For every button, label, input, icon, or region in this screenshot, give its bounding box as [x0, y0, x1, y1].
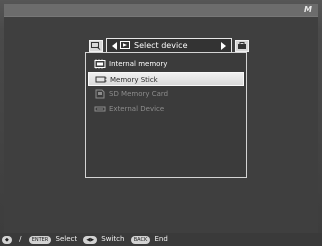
- toolbox-icon: [238, 42, 246, 49]
- device-item-label: SD Memory Card: [109, 90, 169, 98]
- device-item-external-device[interactable]: External Device: [88, 102, 244, 116]
- device-list: Internal memory Memory Stick SD Memory C…: [88, 57, 244, 117]
- top-bar: M: [4, 4, 318, 17]
- device-item-internal-memory[interactable]: Internal memory: [88, 57, 244, 71]
- internal-memory-icon: [94, 59, 106, 69]
- tab-left[interactable]: [89, 40, 103, 52]
- footer-slash: /: [19, 235, 22, 243]
- device-selection-screen: M Select device Internal memory Memory S…: [0, 0, 322, 246]
- brand-mark: M: [304, 5, 312, 14]
- panel-title-bar: Select device: [106, 38, 232, 53]
- end-hint: End: [154, 235, 168, 243]
- external-device-icon: [94, 106, 106, 112]
- device-item-label: Memory Stick: [110, 76, 158, 84]
- direction-key-icon: ◆: [2, 235, 12, 244]
- tab-right[interactable]: [235, 40, 249, 52]
- right-arrow-icon[interactable]: [221, 42, 226, 50]
- device-item-memory-stick[interactable]: Memory Stick: [88, 72, 244, 86]
- device-item-label: Internal memory: [109, 60, 168, 68]
- device-item-label: External Device: [109, 105, 165, 113]
- select-hint: Select: [55, 235, 78, 243]
- bottom-bar: ◆ / ENTER Select ◀▶ Switch BACK End: [0, 233, 322, 246]
- memory-stick-icon: [95, 76, 107, 83]
- device-item-sd-memory-card[interactable]: SD Memory Card: [88, 87, 244, 101]
- dialog-title: Select device: [134, 41, 188, 50]
- switch-hint: Switch: [101, 235, 125, 243]
- search-device-icon: [91, 42, 101, 50]
- sd-card-icon: [95, 89, 105, 99]
- left-arrow-icon[interactable]: [112, 42, 117, 50]
- back-key-pill[interactable]: BACK: [130, 235, 151, 244]
- enter-key-pill[interactable]: ENTER: [28, 235, 52, 244]
- switch-key-icon: ◀▶: [83, 235, 98, 244]
- screen-icon: [120, 41, 130, 49]
